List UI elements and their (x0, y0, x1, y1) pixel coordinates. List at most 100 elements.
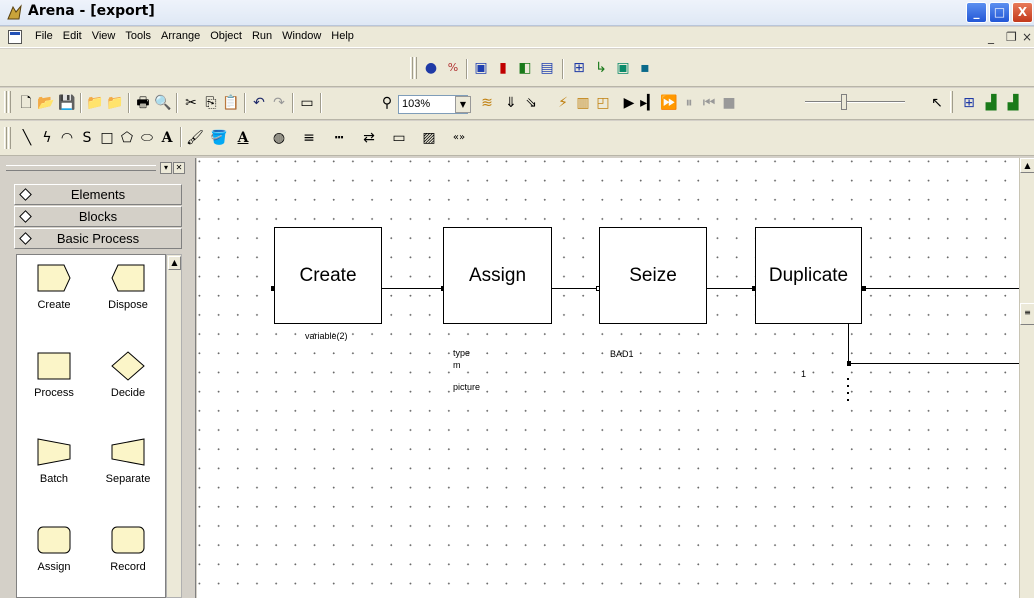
fill-color-icon[interactable]: 🪣 (210, 129, 228, 147)
station-icon[interactable]: ⊞ (570, 59, 588, 77)
animation-speed-slider[interactable] (805, 101, 905, 103)
paste-icon[interactable]: 📋 (222, 94, 240, 112)
cut-icon[interactable]: ✂ (182, 94, 200, 112)
line-pattern-icon[interactable]: ▭ (390, 129, 408, 147)
panel-close-button[interactable]: ✕ (173, 162, 185, 174)
line-color-icon[interactable]: 🖌 (186, 129, 204, 147)
connector[interactable] (866, 288, 1019, 289)
close-button[interactable]: X (1012, 2, 1033, 23)
arc-icon[interactable]: ◠ (58, 129, 76, 147)
text-icon[interactable]: A (158, 129, 176, 147)
menu-help[interactable]: Help (326, 30, 359, 42)
connector[interactable] (707, 288, 755, 289)
menu-tools[interactable]: Tools (120, 30, 156, 42)
named-views-icon[interactable]: ◰ (594, 94, 612, 112)
line-width-icon[interactable]: ≡ (300, 129, 318, 147)
statistics-icon[interactable]: % (444, 59, 462, 77)
arrow-style-icon[interactable]: ⇄ (360, 129, 378, 147)
pause-icon[interactable]: ⏸ (680, 94, 698, 112)
print-preview-icon[interactable]: 🔍 (154, 94, 172, 112)
zoom-icon[interactable]: ⚲ (378, 94, 396, 112)
animate-connector-icon[interactable]: ⇘ (522, 94, 540, 112)
bezier-icon[interactable]: S (78, 129, 96, 147)
bar-chart-icon[interactable]: ▮ (494, 59, 512, 77)
step-icon[interactable]: ▸▎ (640, 94, 658, 112)
connector[interactable] (382, 288, 443, 289)
run-setup-icon[interactable]: ● (422, 59, 440, 77)
storage-icon[interactable]: ▣ (614, 59, 632, 77)
scroll-up-arrow-icon[interactable]: ▲ (168, 256, 181, 270)
menu-file[interactable]: File (30, 30, 58, 42)
submodel-icon[interactable]: ⇓ (502, 94, 520, 112)
module-decide[interactable]: Decide (93, 351, 163, 399)
menu-arrange[interactable]: Arrange (156, 30, 205, 42)
module-batch[interactable]: Batch (19, 437, 89, 485)
intersection-icon[interactable]: ▟ (982, 94, 1000, 112)
plot-icon[interactable]: ◧ (516, 59, 534, 77)
window-background-icon[interactable]: ◍ (270, 129, 288, 147)
module-process[interactable]: Process (19, 351, 89, 399)
tab-basic-process[interactable]: Basic Process (14, 228, 182, 249)
attach-icon[interactable]: 📁 (86, 94, 104, 112)
polygon-icon[interactable]: ⬠ (118, 129, 136, 147)
module-separate[interactable]: Separate (93, 437, 163, 485)
window-icon[interactable]: ▣ (472, 59, 490, 77)
text-color-icon[interactable]: A (234, 129, 252, 147)
module-create[interactable]: Create (19, 263, 89, 311)
new-file-icon[interactable]: 🗋 (17, 94, 35, 112)
minimize-button[interactable]: _ (966, 2, 987, 23)
fill-pattern-icon[interactable]: ▨ (420, 129, 438, 147)
zoom-dropdown-button[interactable]: ▼ (455, 96, 471, 113)
go-icon[interactable]: ▶ (620, 94, 638, 112)
connect-icon[interactable]: ≋ (478, 94, 496, 112)
module-dispose[interactable]: Dispose (93, 263, 163, 311)
connector[interactable] (849, 363, 1019, 364)
polyline-icon[interactable]: ϟ (38, 129, 56, 147)
block-seize[interactable]: Seize (599, 227, 707, 324)
menu-window[interactable]: Window (277, 30, 326, 42)
start-over-icon[interactable]: ⏮ (700, 94, 718, 112)
ellipse-icon[interactable]: ⬭ (138, 129, 156, 147)
mdi-close-button[interactable]: × (1022, 30, 1032, 44)
layers-icon[interactable]: ▭ (298, 94, 316, 112)
module-assign[interactable]: Assign (19, 525, 89, 573)
route-icon[interactable]: ↳ (592, 59, 610, 77)
mdi-restore-button[interactable]: ❐ (1006, 30, 1017, 44)
save-icon[interactable]: 💾 (58, 94, 76, 112)
segment-icon[interactable]: ▪ (636, 59, 654, 77)
block-assign[interactable]: Assign (443, 227, 552, 324)
detach-icon[interactable]: 📁 (106, 94, 124, 112)
line-style-icon[interactable]: ┅ (330, 129, 348, 147)
maximize-button[interactable]: □ (989, 2, 1010, 23)
panel-dropdown-button[interactable]: ▾ (160, 162, 172, 174)
block-create[interactable]: Create (274, 227, 382, 324)
tab-blocks[interactable]: Blocks (14, 206, 182, 227)
mdi-minimize-button[interactable]: _ (988, 30, 994, 44)
undo-icon[interactable]: ↶ (250, 94, 268, 112)
model-canvas[interactable]: Create variable(2) Assign type m picture… (197, 158, 1019, 598)
connector[interactable] (552, 288, 598, 289)
menu-view[interactable]: View (87, 30, 121, 42)
station-animate-icon[interactable]: ⊞ (960, 94, 978, 112)
module-record[interactable]: Record (93, 525, 163, 573)
histogram-icon[interactable]: ▤ (538, 59, 556, 77)
copy-icon[interactable]: ⎘ (202, 94, 220, 112)
scroll-thumb[interactable]: ≡ (1020, 303, 1034, 325)
document-icon[interactable] (8, 30, 22, 44)
slider-thumb[interactable] (841, 94, 847, 110)
line-icon[interactable]: ╲ (18, 129, 36, 147)
print-icon[interactable]: 🖶 (134, 94, 152, 112)
layers-dialog-icon[interactable]: ▥ (574, 94, 592, 112)
redo-icon[interactable]: ↷ (270, 94, 288, 112)
connector[interactable] (848, 324, 849, 364)
fast-forward-icon[interactable]: ⏩ (660, 94, 678, 112)
end-icon[interactable]: ■ (720, 94, 738, 112)
tab-elements[interactable]: Elements (14, 184, 182, 205)
palette-scrollbar[interactable]: ▲ (166, 254, 182, 598)
show-dimensions-icon[interactable]: «» (450, 129, 468, 147)
block-duplicate[interactable]: Duplicate (755, 227, 862, 324)
box-icon[interactable]: □ (98, 129, 116, 147)
path-icon[interactable]: ▟ (1004, 94, 1022, 112)
menu-edit[interactable]: Edit (58, 30, 87, 42)
menu-run[interactable]: Run (247, 30, 277, 42)
